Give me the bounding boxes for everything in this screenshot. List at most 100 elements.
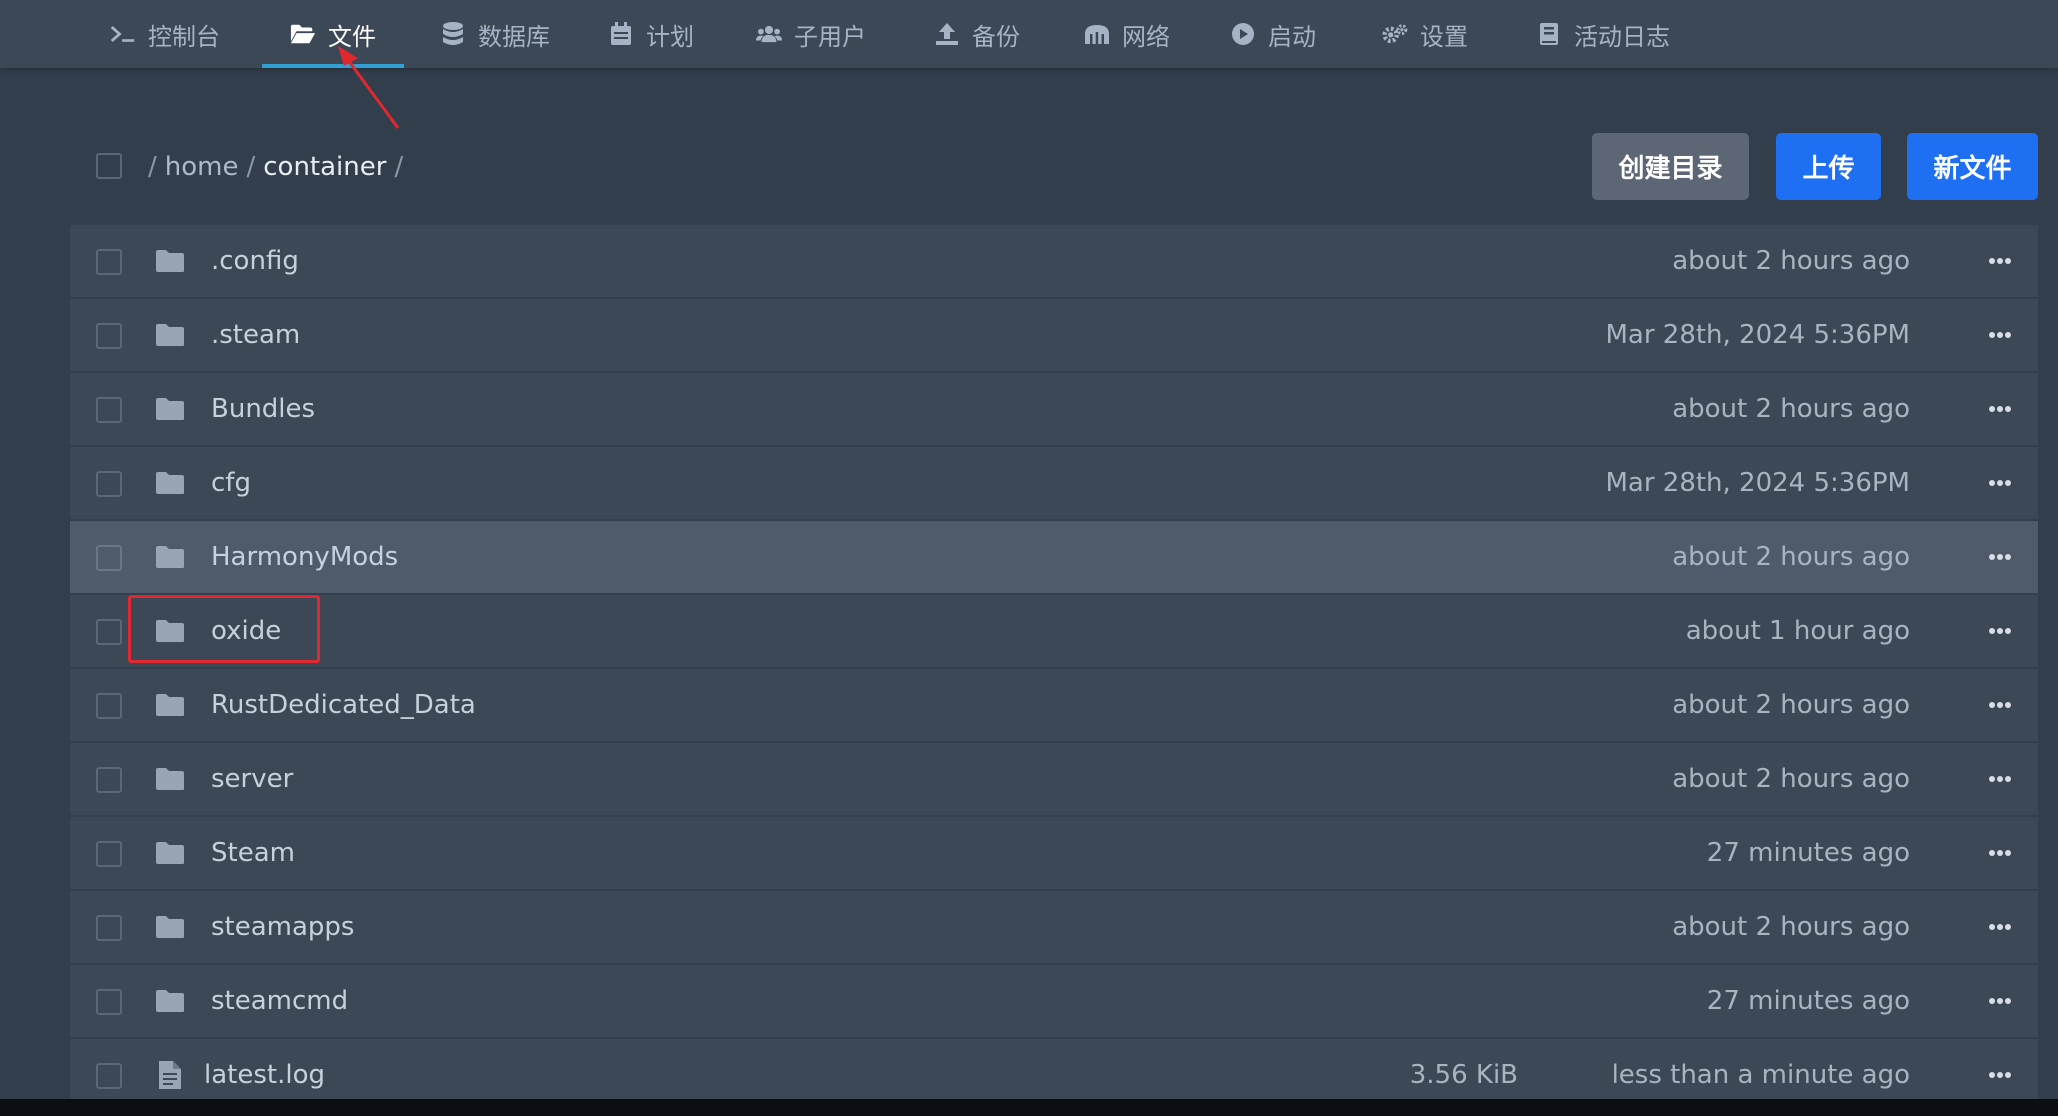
file-modified: Mar 28th, 2024 5:36PM xyxy=(1605,320,1910,350)
file-modified: Mar 28th, 2024 5:36PM xyxy=(1605,468,1910,498)
row-checkbox[interactable] xyxy=(96,323,122,349)
tab-console[interactable]: 控制台 xyxy=(106,0,224,68)
new-file-button[interactable]: 新文件 xyxy=(1907,133,2038,200)
row-checkbox[interactable] xyxy=(96,397,122,423)
row-checkbox[interactable] xyxy=(96,545,122,571)
folder-row[interactable]: RustDedicated_Data about 2 hours ago xyxy=(70,669,2038,741)
row-checkbox[interactable] xyxy=(96,1063,122,1089)
breadcrumb: / home / container / xyxy=(148,148,403,186)
tab-network[interactable]: 网络 xyxy=(1080,0,1174,68)
file-modified: about 1 hour ago xyxy=(1685,616,1910,646)
select-all-checkbox[interactable] xyxy=(96,153,122,179)
file-modified: about 2 hours ago xyxy=(1672,542,1910,572)
file-modified: 27 minutes ago xyxy=(1706,986,1910,1016)
more-options-icon[interactable] xyxy=(1986,321,2014,349)
folder-row[interactable]: oxide about 1 hour ago xyxy=(70,595,2038,667)
breadcrumb-separator: / xyxy=(148,152,157,182)
breadcrumb-separator: / xyxy=(246,152,256,182)
folder-row[interactable]: steamapps about 2 hours ago xyxy=(70,891,2038,963)
more-options-icon[interactable] xyxy=(1986,247,2014,275)
upload-icon xyxy=(934,21,960,47)
tab-startup-label: 启动 xyxy=(1268,22,1316,51)
folder-icon xyxy=(154,245,186,277)
row-checkbox[interactable] xyxy=(96,471,122,497)
folder-row[interactable]: .steam Mar 28th, 2024 5:36PM xyxy=(70,299,2038,371)
play-circle-icon xyxy=(1230,21,1256,47)
more-options-icon[interactable] xyxy=(1986,617,2014,645)
network-icon xyxy=(1084,21,1110,47)
folder-row[interactable]: Steam 27 minutes ago xyxy=(70,817,2038,889)
file-modified: about 2 hours ago xyxy=(1672,394,1910,424)
breadcrumb-container[interactable]: container xyxy=(263,152,386,182)
row-checkbox[interactable] xyxy=(96,693,122,719)
create-directory-button[interactable]: 创建目录 xyxy=(1592,133,1749,200)
file-modified: about 2 hours ago xyxy=(1672,246,1910,276)
row-checkbox[interactable] xyxy=(96,249,122,275)
folder-icon xyxy=(154,837,186,869)
folder-icon xyxy=(154,911,186,943)
more-options-icon[interactable] xyxy=(1986,913,2014,941)
row-checkbox[interactable] xyxy=(96,841,122,867)
database-icon xyxy=(440,21,466,47)
row-checkbox[interactable] xyxy=(96,989,122,1015)
breadcrumb-home[interactable]: home xyxy=(165,152,239,182)
file-icon xyxy=(154,1059,186,1091)
file-name[interactable]: Bundles xyxy=(211,373,315,445)
folder-row[interactable]: steamcmd 27 minutes ago xyxy=(70,965,2038,1037)
file-name[interactable]: .steam xyxy=(211,299,300,371)
more-options-icon[interactable] xyxy=(1986,543,2014,571)
file-name[interactable]: steamapps xyxy=(211,891,354,963)
cogs-icon xyxy=(1382,21,1408,47)
more-options-icon[interactable] xyxy=(1986,987,2014,1015)
folder-row[interactable]: Bundles about 2 hours ago xyxy=(70,373,2038,445)
folder-row[interactable]: cfg Mar 28th, 2024 5:36PM xyxy=(70,447,2038,519)
file-modified: about 2 hours ago xyxy=(1672,764,1910,794)
more-options-icon[interactable] xyxy=(1986,395,2014,423)
tab-network-label: 网络 xyxy=(1122,22,1170,51)
tab-files[interactable]: 文件 xyxy=(262,0,404,68)
tab-subusers-label: 子用户 xyxy=(794,22,866,51)
more-options-icon[interactable] xyxy=(1986,691,2014,719)
tab-subusers[interactable]: 子用户 xyxy=(752,0,870,68)
file-name[interactable]: oxide xyxy=(211,595,281,667)
top-navigation: 控制台 文件 数据库 计划 子用户 备份 网络 启动 设置 活动日志 xyxy=(0,0,2058,68)
folder-icon xyxy=(154,985,186,1017)
terminal-icon xyxy=(110,21,136,47)
row-checkbox[interactable] xyxy=(96,619,122,645)
tab-activity-log[interactable]: 活动日志 xyxy=(1532,0,1674,68)
row-checkbox[interactable] xyxy=(96,915,122,941)
file-name[interactable]: server xyxy=(211,743,293,815)
breadcrumb-separator: / xyxy=(394,152,404,182)
bottom-edge xyxy=(0,1099,2058,1116)
tab-backups-label: 备份 xyxy=(972,22,1020,51)
users-icon xyxy=(756,21,782,47)
folder-row[interactable]: server about 2 hours ago xyxy=(70,743,2038,815)
file-name[interactable]: HarmonyMods xyxy=(211,521,398,593)
tab-schedules[interactable]: 计划 xyxy=(604,0,698,68)
folder-icon xyxy=(154,467,186,499)
file-name[interactable]: cfg xyxy=(211,447,251,519)
upload-button[interactable]: 上传 xyxy=(1776,133,1881,200)
file-modified: about 2 hours ago xyxy=(1672,690,1910,720)
more-options-icon[interactable] xyxy=(1986,469,2014,497)
file-name[interactable]: .config xyxy=(211,225,299,297)
more-options-icon[interactable] xyxy=(1986,839,2014,867)
file-name[interactable]: steamcmd xyxy=(211,965,348,1037)
file-name[interactable]: Steam xyxy=(211,817,295,889)
folder-row[interactable]: HarmonyMods about 2 hours ago xyxy=(70,521,2038,593)
tab-databases-label: 数据库 xyxy=(478,22,550,51)
tab-console-label: 控制台 xyxy=(148,22,220,51)
more-options-icon[interactable] xyxy=(1986,765,2014,793)
tab-databases[interactable]: 数据库 xyxy=(436,0,554,68)
file-name[interactable]: RustDedicated_Data xyxy=(211,669,476,741)
more-options-icon[interactable] xyxy=(1986,1061,2014,1089)
file-modified: 27 minutes ago xyxy=(1706,838,1910,868)
folder-row[interactable]: .config about 2 hours ago xyxy=(70,225,2038,297)
folder-icon xyxy=(154,689,186,721)
folder-icon xyxy=(154,319,186,351)
row-checkbox[interactable] xyxy=(96,767,122,793)
tab-backups[interactable]: 备份 xyxy=(930,0,1024,68)
tab-settings[interactable]: 设置 xyxy=(1378,0,1472,68)
tab-startup[interactable]: 启动 xyxy=(1226,0,1320,68)
tab-files-label: 文件 xyxy=(328,22,376,51)
